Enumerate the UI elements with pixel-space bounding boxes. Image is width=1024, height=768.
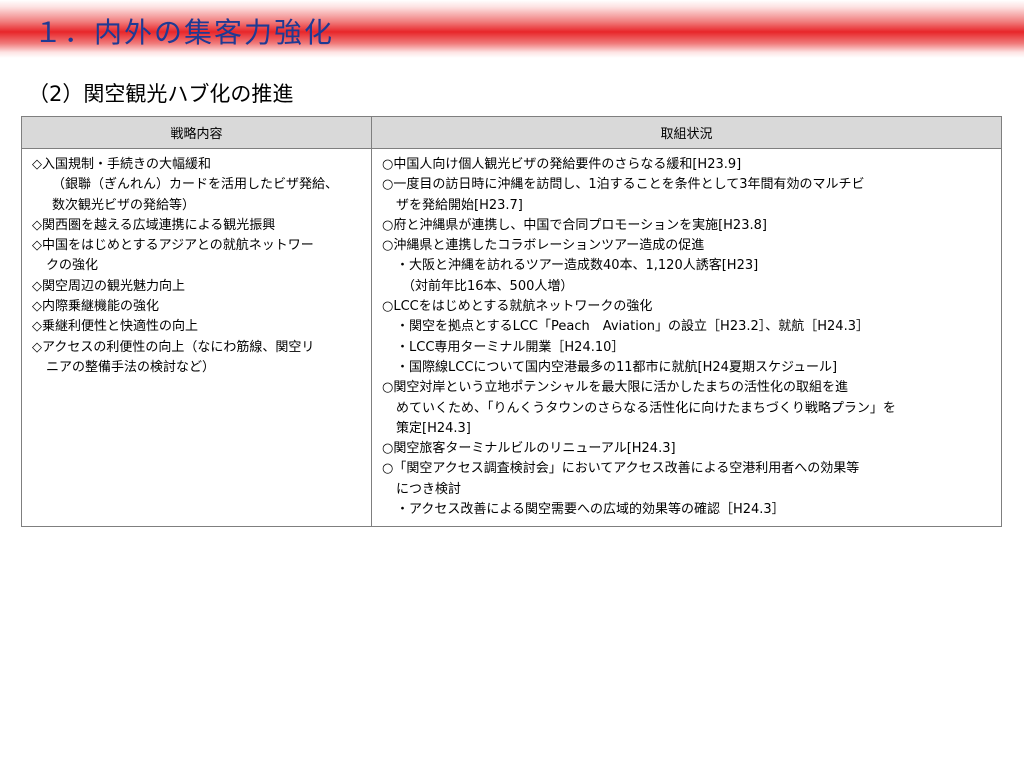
status-item: ・関空を拠点とするLCC「Peach Aviation」の設立［H23.2］、就… [396,319,869,335]
status-item: めていくため、「りんくうタウンのさらなる活性化に向けたまちづくり戦略プラン」を [396,400,896,416]
strategy-table: 戦略内容 取組状況 ◇入国規制・手続きの大幅緩和 （銀聯（ぎんれん）カードを活用し… [21,116,1002,528]
strategy-item: ニアの整備手法の検討など） [46,359,216,375]
title-bar: １．内外の集客力強化 [0,0,1024,58]
status-item: ○府と沖縄県が連携し、中国で合同プロモーションを実施[H23.8] [382,217,767,233]
section-subtitle: （2）関空観光ハブ化の推進 [28,82,294,106]
status-item: ○関空旅客ターミナルビルのリニューアル[H24.3] [382,441,676,457]
status-item: 策定[H24.3] [396,420,471,436]
strategy-cell: ◇入国規制・手続きの大幅緩和 （銀聯（ぎんれん）カードを活用したビザ発給、 数次観光… [21,147,372,528]
status-item: ○中国人向け個人観光ビザの発給要件のさらなる緩和[H23.9] [382,157,742,172]
status-cell: ○中国人向け個人観光ビザの発給要件のさらなる緩和[H23.9] ○一度目の訪日時に… [371,147,1002,528]
strategy-item: ◇内際乗継機能の強化 [32,299,159,315]
strategy-item: ◇関空周辺の観光魅力向上 [32,278,185,294]
strategy-item: ◇アクセスの利便性の向上（なにわ筋線、関空リ [32,339,315,355]
header-status: 取組状況 [371,116,1002,149]
status-item: ○関空対岸という立地ポテンシャルを最大限に活かしたまちの活性化の取組を進 [382,380,848,396]
status-item: ・LCC専用ターミナル開業［H24.10］ [396,339,625,355]
table-row: ◇入国規制・手続きの大幅緩和 （銀聯（ぎんれん）カードを活用したビザ発給、 数次観光… [21,147,1002,528]
strategy-item: クの強化 [46,258,99,274]
header-strategy: 戦略内容 [21,116,372,149]
strategy-item: ◇入国規制・手続きの大幅緩和 [32,157,211,172]
status-item: につき検討 [396,481,462,497]
strategy-item: ◇中国をはじめとするアジアとの就航ネットワー [32,238,314,254]
status-item: ○沖縄県と連携したコラボレーションツアー造成の促進 [382,238,705,254]
strategy-item: 数次観光ビザの発給等） [52,197,196,213]
slide-title: １．内外の集客力強化 [34,16,335,49]
status-item: ・大阪と沖縄を訪れるツアー造成数40本、1,120人誘客[H23] [396,258,759,274]
status-item: ○一度目の訪日時に沖縄を訪問し、1泊することを条件として3年間有効のマルチビ [382,177,865,193]
status-item: ザを発給開始[H23.7] [396,197,523,213]
strategy-item: ◇乗継利便性と快適性の向上 [32,319,198,335]
status-item: ・国際線LCCについて国内空港最多の11都市に就航[H24夏期スケジュール] [396,359,838,375]
strategy-item: ◇関西圏を越える広域連携による観光振興 [32,217,276,233]
status-item: （対前年比16本、500人増） [402,278,574,294]
status-item: ○「関空アクセス調査検討会」においてアクセス改善による空港利用者への効果等 [382,461,860,477]
strategy-item: （銀聯（ぎんれん）カードを活用したビザ発給、 [52,177,339,193]
status-item: ○LCCをはじめとする就航ネットワークの強化 [382,299,653,315]
table-header-row: 戦略内容 取組状況 [21,116,1002,149]
status-item: ・アクセス改善による関空需要への広域的効果等の確認［H24.3］ [396,502,785,518]
